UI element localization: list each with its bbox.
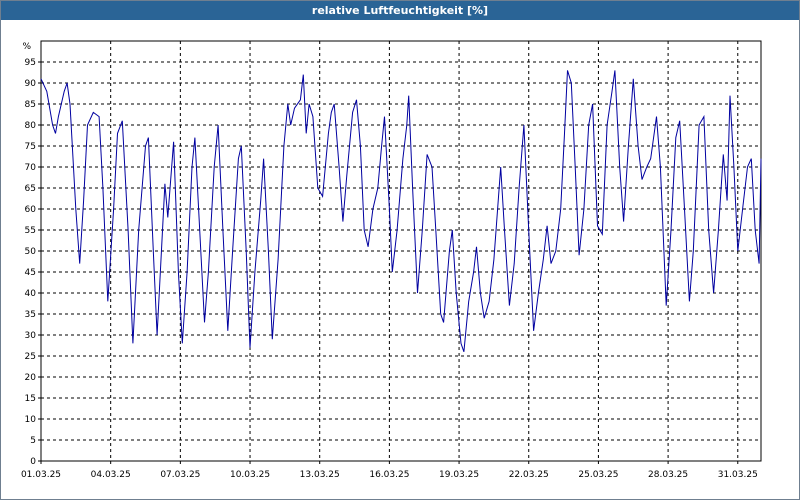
humidity-series-line	[40, 70, 762, 352]
y-tick-label: 45	[25, 268, 36, 278]
y-tick-label: 35	[25, 310, 36, 320]
x-tick-label: 07.03.25	[160, 470, 200, 480]
x-tick-label: 22.03.25	[509, 470, 549, 480]
y-tick-label: 95	[25, 58, 36, 68]
y-tick-label: 50	[25, 247, 37, 257]
y-tick-label: 85	[25, 100, 36, 110]
y-tick-label: 15	[25, 394, 36, 404]
y-tick-label: 10	[25, 415, 37, 425]
x-tick-label: 19.03.25	[439, 470, 479, 480]
y-tick-label: 40	[25, 289, 37, 299]
y-axis-unit-label: %	[22, 42, 31, 52]
y-tick-label: 90	[25, 79, 37, 89]
x-tick-label: 16.03.25	[369, 470, 409, 480]
x-tick-label: 04.03.25	[91, 470, 131, 480]
x-tick-label: 28.03.25	[648, 470, 688, 480]
y-tick-label: 5	[30, 436, 36, 446]
y-tick-label: 30	[25, 331, 37, 341]
y-tick-label: 25	[25, 352, 36, 362]
grid-lines	[41, 41, 761, 461]
y-tick-label: 60	[25, 205, 37, 215]
humidity-line-chart: 0 5 10 15 20 25 30 35 40 45 50 55 60 65 70 75 80 85 90 95 0…	[21, 40, 762, 480]
y-tick-label: 65	[25, 184, 36, 194]
x-tick-label: 01.03.25	[21, 470, 61, 480]
x-tick-label: 31.03.25	[718, 470, 758, 480]
chart-window: relative Luftfeuchtigkeit [%] 0 5 10 15 20 25…	[0, 0, 800, 500]
y-tick-label: 20	[25, 373, 37, 383]
x-tick-label: 25.03.25	[578, 470, 618, 480]
x-tick-label: 10.03.25	[230, 470, 270, 480]
y-tick-label: 75	[25, 142, 36, 152]
y-axis-ticks: 0 5 10 15 20 25 30 35 40 45 50 55 60 65 70 75 80 85 90 95	[25, 58, 41, 467]
y-tick-label: 0	[30, 457, 36, 467]
y-tick-label: 70	[25, 163, 37, 173]
y-tick-label: 80	[25, 121, 37, 131]
x-tick-label: 13.03.25	[300, 470, 340, 480]
x-axis-ticks: 01.03.25 04.03.25 07.03.25 10.03.25 13.03.25…	[21, 461, 758, 480]
y-tick-label: 55	[25, 226, 36, 236]
